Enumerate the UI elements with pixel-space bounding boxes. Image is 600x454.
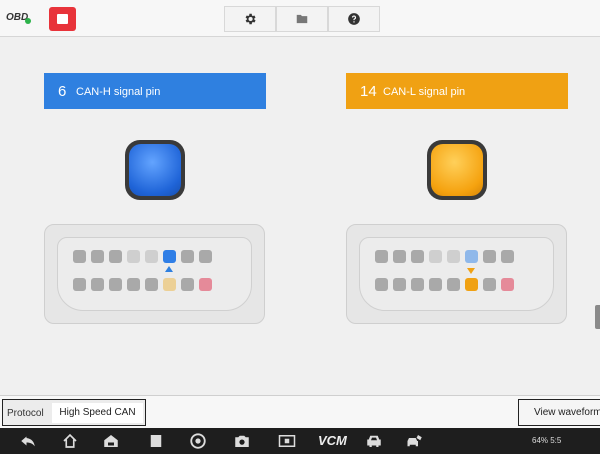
connector-pin-3 (109, 250, 122, 263)
connector-pin-1 (73, 250, 86, 263)
connector-outline (359, 237, 554, 311)
connector-pin-7 (483, 250, 496, 263)
connector-pin-15 (181, 278, 194, 291)
can-h-signal-indicator[interactable] (125, 140, 185, 200)
vehicle-icon[interactable] (364, 432, 384, 450)
screen-capture-icon[interactable] (276, 432, 298, 450)
home-icon[interactable] (60, 432, 80, 450)
connector-pin-10 (91, 278, 104, 291)
autel-home-icon[interactable] (101, 432, 121, 450)
top-toolbar: OBD (0, 0, 600, 37)
system-status: 64% 5:5 (532, 436, 562, 445)
back-icon[interactable] (18, 432, 38, 450)
main-content: 6 CAN-H signal pin 14 CAN-L signal pin (0, 37, 600, 395)
settings-button[interactable] (224, 6, 276, 32)
connector-pin-5 (145, 250, 158, 263)
help-icon (348, 13, 360, 25)
can-h-connector-diagram (44, 224, 265, 324)
browser-icon[interactable] (188, 432, 208, 450)
connector-pin-14 (465, 278, 478, 291)
help-button[interactable] (328, 6, 380, 32)
connector-pin-4 (429, 250, 442, 263)
connector-pin-13 (447, 278, 460, 291)
connector-pin-8 (501, 250, 514, 263)
can-l-indicator-face (431, 144, 483, 196)
system-nav-bar: VCM 64% 5:5 (0, 428, 600, 454)
connector-pin-12 (429, 278, 442, 291)
connector-pin-8 (199, 250, 212, 263)
connector-pin-16 (199, 278, 212, 291)
stop-icon (57, 14, 68, 24)
can-l-pin-panel: 14 CAN-L signal pin (346, 73, 568, 109)
vehicle-service-icon[interactable] (404, 432, 426, 450)
connector-pin-7 (181, 250, 194, 263)
connector-pin-5 (447, 250, 460, 263)
connector-pin-2 (91, 250, 104, 263)
pin-marker-arrow (467, 268, 475, 274)
connector-pin-10 (393, 278, 406, 291)
pin-marker-arrow (165, 266, 173, 272)
can-l-pin-number: 14 (360, 83, 377, 100)
protocol-selector[interactable]: Protocol High Speed CAN (2, 399, 146, 426)
protocol-label: Protocol (7, 408, 44, 419)
connector-pin-9 (73, 278, 86, 291)
bottom-action-bar: Protocol High Speed CAN View waveform (0, 395, 600, 428)
connector-pin-13 (145, 278, 158, 291)
stop-button[interactable] (49, 7, 76, 31)
connector-pin-16 (501, 278, 514, 291)
connector-pin-6 (465, 250, 478, 263)
camera-icon[interactable] (232, 432, 252, 450)
can-h-pin-panel: 6 CAN-H signal pin (44, 73, 266, 109)
connection-status-dot (25, 18, 31, 24)
connector-pin-2 (393, 250, 406, 263)
connector-pin-15 (483, 278, 496, 291)
connector-pin-9 (375, 278, 388, 291)
folder-icon (296, 14, 308, 24)
view-waveform-button[interactable]: View waveform (518, 399, 600, 426)
connector-pin-4 (127, 250, 140, 263)
connector-pin-14 (163, 278, 176, 291)
can-h-indicator-face (129, 144, 181, 196)
connector-pin-11 (411, 278, 424, 291)
can-h-pin-number: 6 (58, 83, 67, 100)
recent-apps-icon[interactable] (147, 432, 165, 450)
can-l-pin-label: CAN-L signal pin (383, 86, 466, 98)
protocol-value[interactable]: High Speed CAN (52, 403, 143, 423)
connector-outline (57, 237, 252, 311)
can-h-pin-label: CAN-H signal pin (76, 86, 161, 98)
folder-button[interactable] (276, 6, 328, 32)
connector-pin-3 (411, 250, 424, 263)
connector-pin-11 (109, 278, 122, 291)
vcm-status[interactable]: VCM (318, 433, 347, 448)
can-l-connector-diagram (346, 224, 567, 324)
side-drawer-handle[interactable] (595, 305, 600, 329)
connector-pin-12 (127, 278, 140, 291)
connector-pin-1 (375, 250, 388, 263)
gear-icon (245, 13, 256, 25)
can-l-signal-indicator[interactable] (427, 140, 487, 200)
connector-pin-6 (163, 250, 176, 263)
